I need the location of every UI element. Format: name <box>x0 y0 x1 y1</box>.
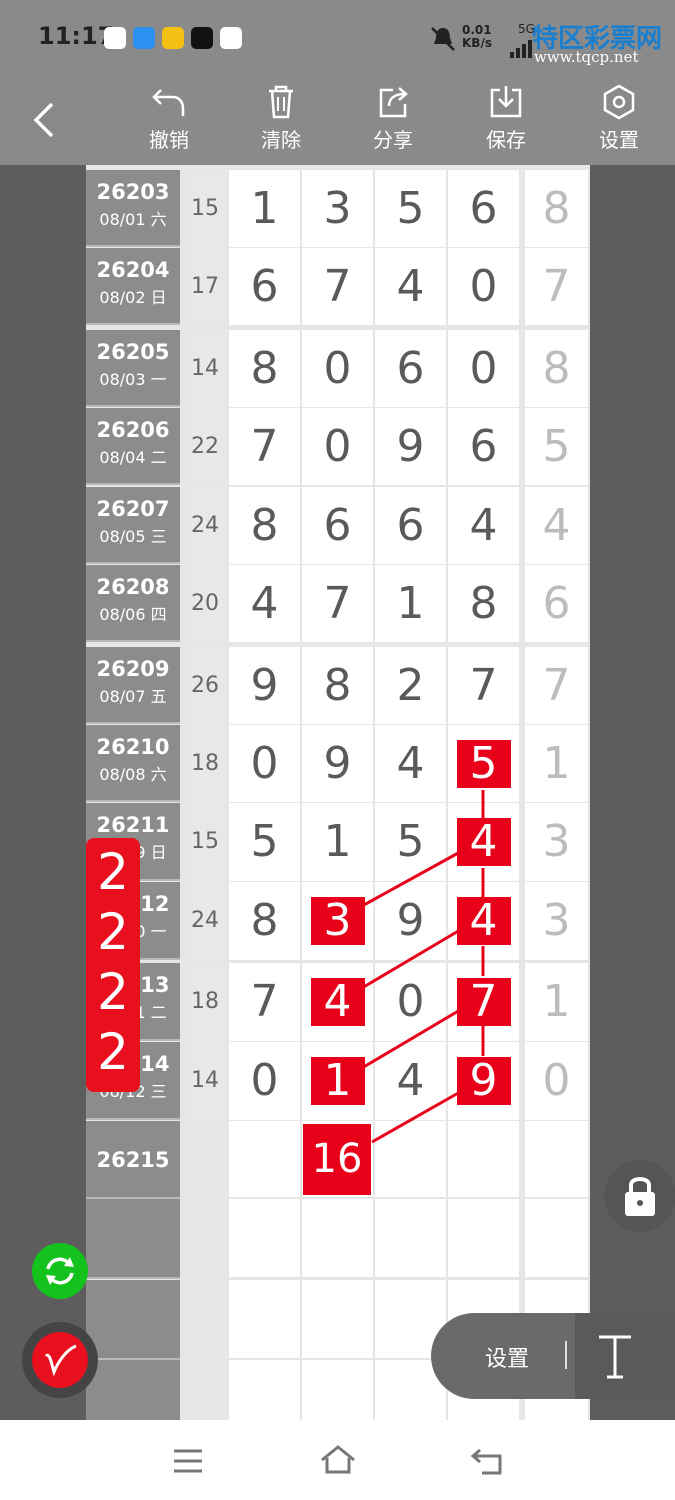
prediction-box: 16 <box>303 1124 371 1195</box>
sync-icon <box>46 1257 74 1285</box>
system-nav-bar <box>0 1420 675 1500</box>
number-badge[interactable]: 2222 <box>86 838 140 1092</box>
trend-lines <box>361 790 485 1144</box>
lock-button[interactable] <box>604 1160 675 1232</box>
home-icon[interactable] <box>319 1444 357 1476</box>
bottom-settings-pill[interactable]: 设置 <box>431 1313 675 1399</box>
bottom-settings-label: 设置 <box>485 1347 530 1372</box>
lock-icon <box>625 1177 655 1216</box>
badge-digits: 2222 <box>97 843 129 1081</box>
pen-color-button[interactable] <box>32 1332 88 1388</box>
pen-icon <box>44 1344 77 1377</box>
text-t-icon <box>599 1335 631 1379</box>
back-nav-icon[interactable] <box>470 1446 504 1476</box>
text-tool-button[interactable] <box>575 1313 675 1399</box>
refresh-button[interactable] <box>32 1243 88 1299</box>
menu-icon[interactable] <box>172 1448 204 1474</box>
pill-divider <box>565 1341 567 1369</box>
